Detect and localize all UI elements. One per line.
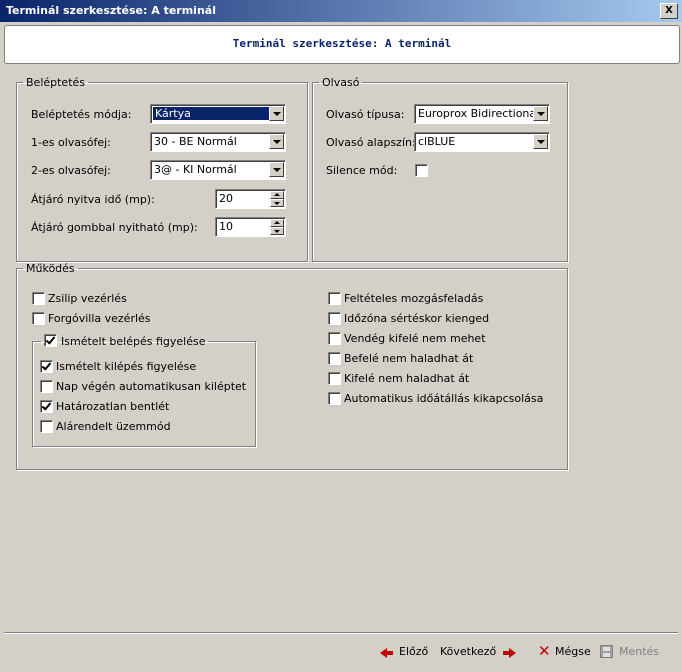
mukodes-legend: Működés — [26, 262, 75, 275]
auto-checkout-label: Nap végén automatikusan kiléptet — [56, 380, 247, 393]
turnstile-control-label: Forgóvilla vezérlés — [48, 312, 151, 325]
no-outward-label: Kifelé nem haladhat át — [344, 372, 470, 385]
reader2-select[interactable]: 3@ - KI Normál — [150, 160, 286, 180]
reader1-value: 30 - BE Normál — [154, 135, 237, 148]
reader-color-dropdown-button[interactable] — [533, 134, 548, 149]
guest-exit-checkbox[interactable] — [328, 332, 341, 345]
subordinate-mode-label: Alárendelt üzemmód — [56, 420, 171, 433]
reader1-select[interactable]: 30 - BE Normál — [150, 132, 286, 152]
next-label: Következő — [440, 645, 497, 658]
reader2-value: 3@ - KI Normál — [154, 163, 237, 176]
arrow-down-icon — [274, 202, 280, 205]
save-label: Mentés — [619, 645, 660, 658]
turnstile-control-checkbox[interactable] — [32, 312, 45, 325]
no-inward-label: Befelé nem haladhat át — [344, 352, 474, 365]
footer-bar: Előző Következő ✕ Mégse Mentés — [4, 632, 678, 669]
save-button[interactable]: Mentés — [600, 645, 662, 661]
silence-mode-label: Silence mód: — [326, 164, 398, 177]
entry-mode-select[interactable]: Kártya — [150, 104, 286, 124]
reader1-dropdown-button[interactable] — [269, 134, 284, 149]
reader1-label: 1-es olvasófej: — [31, 136, 111, 149]
repeat-entry-label: Ismételt belépés figyelése — [61, 335, 206, 348]
open-time-up-button[interactable] — [270, 191, 284, 199]
repeat-entry-checkbox[interactable] — [44, 334, 57, 347]
button-open-up-button[interactable] — [270, 219, 284, 227]
open-time-spinner[interactable]: 20 — [215, 189, 286, 209]
timezone-violation-label: Időzóna sértéskor kienged — [344, 312, 490, 325]
conditional-release-label: Feltételes mozgásfeladás — [344, 292, 484, 305]
open-time-value: 20 — [219, 192, 233, 205]
beleptetes-legend: Beléptetés — [26, 76, 86, 89]
chevron-down-icon — [537, 112, 545, 116]
reader-type-select[interactable]: Europrox Bidirectional — [414, 104, 550, 124]
guest-exit-label: Vendég kifelé nem mehet — [344, 332, 486, 345]
prev-label: Előző — [399, 645, 429, 658]
reader-color-label: Olvasó alapszín: — [326, 136, 416, 149]
timezone-violation-checkbox[interactable] — [328, 312, 341, 325]
conditional-release-checkbox[interactable] — [328, 292, 341, 305]
chevron-down-icon — [273, 140, 281, 144]
reader2-label: 2-es olvasófej: — [31, 164, 111, 177]
main-area: Beléptetés Beléptetés módja: Kártya 1-es… — [4, 66, 678, 630]
repeat-exit-label: Ismételt kilépés figyelése — [56, 360, 197, 373]
no-inward-checkbox[interactable] — [328, 352, 341, 365]
arrow-down-icon — [274, 230, 280, 233]
reader-type-value: Europrox Bidirectional — [418, 107, 540, 120]
entry-mode-label: Beléptetés módja: — [31, 108, 132, 121]
checkmark-icon — [45, 334, 56, 345]
checkmark-icon — [41, 360, 52, 371]
sluice-control-checkbox[interactable] — [32, 292, 45, 305]
button-open-label: Átjáró gombbal nyitható (mp): — [31, 221, 198, 234]
repeat-exit-checkbox[interactable] — [40, 360, 53, 373]
arrow-right-icon — [503, 648, 516, 658]
close-button[interactable]: X — [660, 3, 678, 19]
olvaso-legend: Olvasó — [322, 76, 360, 89]
arrow-up-icon — [274, 193, 280, 196]
no-outward-checkbox[interactable] — [328, 372, 341, 385]
page-title: Terminál szerkesztése: A terminál — [232, 37, 452, 50]
header-panel: Terminál szerkesztése: A terminál — [4, 25, 680, 64]
checkmark-icon — [41, 400, 52, 411]
button-open-value: 10 — [219, 220, 233, 233]
sluice-control-label: Zsilip vezérlés — [48, 292, 127, 305]
cancel-label: Mégse — [555, 645, 591, 658]
close-icon: ✕ — [538, 642, 551, 660]
reader-color-select[interactable]: clBLUE — [414, 132, 550, 152]
button-open-down-button[interactable] — [270, 227, 284, 235]
indefinite-stay-label: Határozatlan bentlét — [56, 400, 170, 413]
open-time-label: Átjáró nyitva idő (mp): — [31, 193, 155, 206]
arrow-up-icon — [274, 221, 280, 224]
subordinate-mode-checkbox[interactable] — [40, 420, 53, 433]
indefinite-stay-checkbox[interactable] — [40, 400, 53, 413]
next-button[interactable]: Következő — [440, 645, 516, 661]
silence-mode-checkbox[interactable] — [415, 164, 428, 177]
button-open-spinner[interactable]: 10 — [215, 217, 286, 237]
entry-mode-dropdown-button[interactable] — [269, 106, 284, 121]
auto-checkout-checkbox[interactable] — [40, 380, 53, 393]
floppy-disk-icon — [600, 645, 613, 658]
prev-button[interactable]: Előző — [380, 645, 430, 661]
chevron-down-icon — [273, 112, 281, 116]
auto-dst-off-checkbox[interactable] — [328, 392, 341, 405]
reader-type-dropdown-button[interactable] — [533, 106, 548, 121]
window-title: Terminál szerkesztése: A terminál — [6, 4, 216, 17]
open-time-down-button[interactable] — [270, 199, 284, 207]
reader-type-label: Olvasó típusa: — [326, 108, 405, 121]
reader2-dropdown-button[interactable] — [269, 162, 284, 177]
repeat-entry-legend: Ismételt belépés figyelése — [41, 334, 208, 348]
chevron-down-icon — [537, 140, 545, 144]
auto-dst-off-label: Automatikus időátállás kikapcsolása — [344, 392, 544, 405]
entry-mode-value: Kártya — [153, 107, 269, 120]
cancel-button[interactable]: ✕ Mégse — [538, 642, 591, 661]
title-bar: Terminál szerkesztése: A terminál X — [0, 0, 682, 22]
arrow-left-icon — [380, 648, 393, 658]
chevron-down-icon — [273, 168, 281, 172]
reader-color-value: clBLUE — [418, 135, 456, 148]
